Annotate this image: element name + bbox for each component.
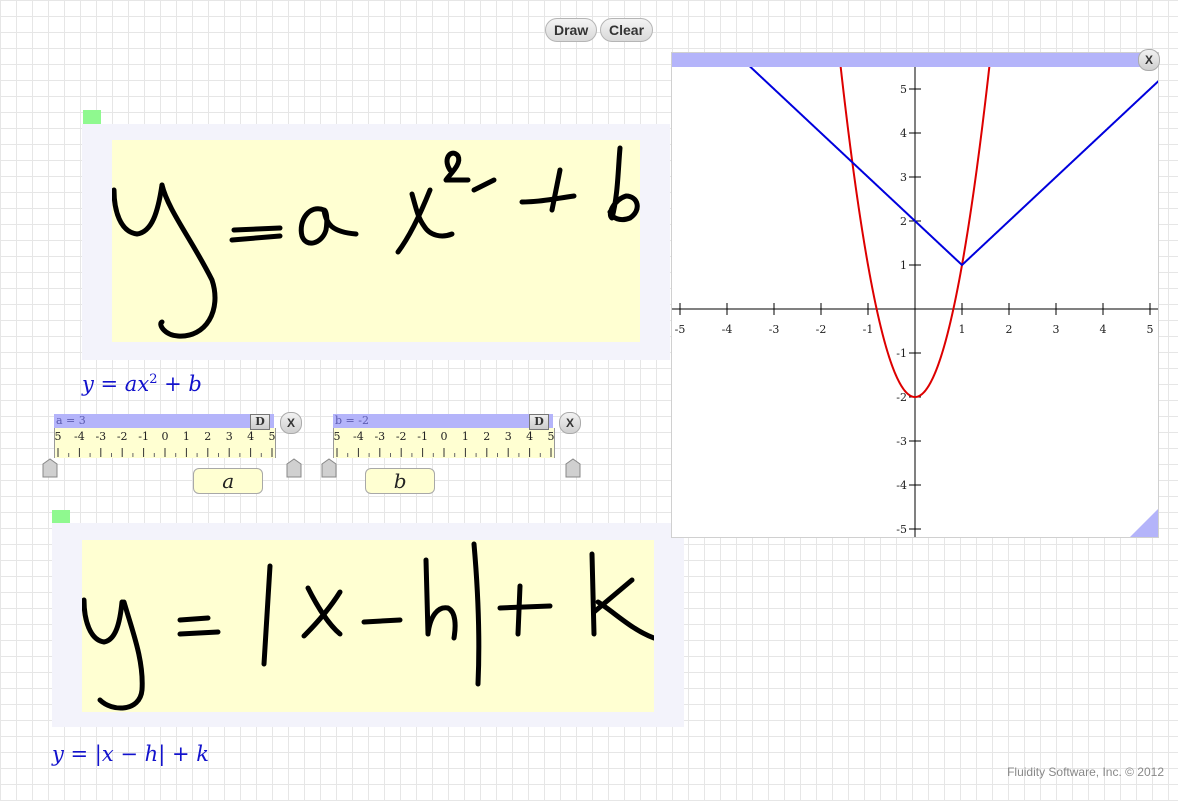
handwriting-pad-1[interactable] <box>112 140 640 342</box>
clear-button[interactable]: Clear <box>600 18 654 42</box>
slider-tick-label: -1 <box>417 430 428 443</box>
slider-b-right-end-icon[interactable] <box>565 458 581 478</box>
y-tick-label: -4 <box>896 479 907 492</box>
slider-tick-label: 3 <box>505 430 512 443</box>
slider-b-close-button[interactable]: X <box>559 412 581 434</box>
ink-frame-1 <box>82 124 670 360</box>
handwriting-ink-1 <box>112 145 640 339</box>
slider-tick-label: -4 <box>74 430 85 443</box>
slider-tick-label: 0 <box>441 430 448 443</box>
slider-a-close-button[interactable]: X <box>280 412 302 434</box>
slider-a-right-end-icon[interactable] <box>286 458 302 478</box>
x-tick-label: 5 <box>1147 323 1154 336</box>
slider-tick-label: 5 <box>334 430 341 443</box>
slider-tick-label: -2 <box>396 430 407 443</box>
slider-b-scale[interactable]: 5 -4 -3 -2 -1 0 1 2 3 4 5 <box>333 428 555 458</box>
slider-tick-label: -3 <box>374 430 385 443</box>
slider-tick-label: 5 <box>548 430 555 443</box>
copyright-footer: Fluidity Software, Inc. © 2012 <box>1007 765 1164 779</box>
x-tick-label: -1 <box>863 323 874 336</box>
x-tick-label: 4 <box>1100 323 1107 336</box>
handwriting-pad-2[interactable] <box>82 540 654 712</box>
slider-a-value: a = 3 <box>56 414 86 427</box>
slider-tick-label: 1 <box>462 430 469 443</box>
slider-tick-label: 2 <box>204 430 211 443</box>
y-tick-label: -5 <box>896 523 907 536</box>
slider-b-thumb[interactable]: b <box>365 468 436 494</box>
slider-tick-label: 3 <box>226 430 233 443</box>
y-tick-label: -1 <box>896 347 907 360</box>
formula-absolute: y = |x − h| + k <box>52 742 209 766</box>
slider-tick-label: -2 <box>117 430 128 443</box>
slider-b-ticks: 5 -4 -3 -2 -1 0 1 2 3 4 5 <box>334 430 555 457</box>
formula-quadratic: y = ax2 + b <box>82 372 202 396</box>
x-tick-label: 2 <box>1006 323 1013 336</box>
slider-tick-label: 1 <box>183 430 190 443</box>
ink-frame-2 <box>52 523 684 727</box>
x-tick-label: 1 <box>959 323 966 336</box>
slider-b-left-end-icon[interactable] <box>321 458 337 478</box>
handwriting-ink-2 <box>82 541 654 711</box>
x-tick-label: -2 <box>816 323 827 336</box>
y-tick-label: 2 <box>900 215 907 228</box>
y-tick-label: 3 <box>900 171 907 184</box>
y-tick-label: 5 <box>900 83 907 96</box>
slider-b-d-button[interactable]: D <box>529 414 549 430</box>
draw-button[interactable]: Draw <box>545 18 598 42</box>
slider-a-d-button[interactable]: D <box>250 414 270 430</box>
graph-axes: -5 -4 -3 -2 -1 1 2 3 4 554321-1-2-3-4-5 <box>672 67 1158 537</box>
slider-tick-label: 2 <box>483 430 490 443</box>
x-tick-label: 3 <box>1053 323 1060 336</box>
slider-a: a = 3 5 -4 -3 -2 -1 0 1 2 3 4 5 D X a <box>42 402 302 512</box>
slider-tick-label: 4 <box>526 430 533 443</box>
slider-tick-label: -3 <box>95 430 106 443</box>
slider-tick-label: 4 <box>247 430 254 443</box>
graph-plot[interactable]: -5 -4 -3 -2 -1 1 2 3 4 554321-1-2-3-4-5 <box>672 67 1158 537</box>
slider-tick-label: -4 <box>353 430 364 443</box>
y-tick-label: -3 <box>896 435 907 448</box>
graph-resize-handle-icon[interactable] <box>1130 509 1158 537</box>
slider-b: b = -2 5 -4 -3 -2 -1 0 1 2 3 4 5 D X b <box>321 402 581 512</box>
slider-a-ticks: 5 -4 -3 -2 -1 0 1 2 3 4 5 <box>55 430 276 457</box>
slider-tick-label: -1 <box>138 430 149 443</box>
graph-window: X -5 -4 -3 -2 -1 1 2 3 4 5 5 4 3 2 1 -1 -2 -3 -4 -5 <box>671 49 1160 538</box>
slider-b-value: b = -2 <box>335 414 369 427</box>
slider-tick-label: 5 <box>269 430 276 443</box>
x-tick-label: -5 <box>675 323 686 336</box>
y-tick-label: 4 <box>900 127 907 140</box>
slider-tick-label: 0 <box>162 430 169 443</box>
slider-a-scale[interactable]: 5 -4 -3 -2 -1 0 1 2 3 4 5 <box>54 428 276 458</box>
graph-titlebar[interactable] <box>672 53 1158 67</box>
slider-a-thumb[interactable]: a <box>193 468 264 494</box>
y-tick-label: 1 <box>900 259 907 272</box>
slider-a-left-end-icon[interactable] <box>42 458 58 478</box>
slider-tick-label: 5 <box>55 430 62 443</box>
slider-a-titlebar[interactable] <box>54 414 274 428</box>
x-tick-label: -4 <box>722 323 733 336</box>
x-tick-label: -3 <box>769 323 780 336</box>
